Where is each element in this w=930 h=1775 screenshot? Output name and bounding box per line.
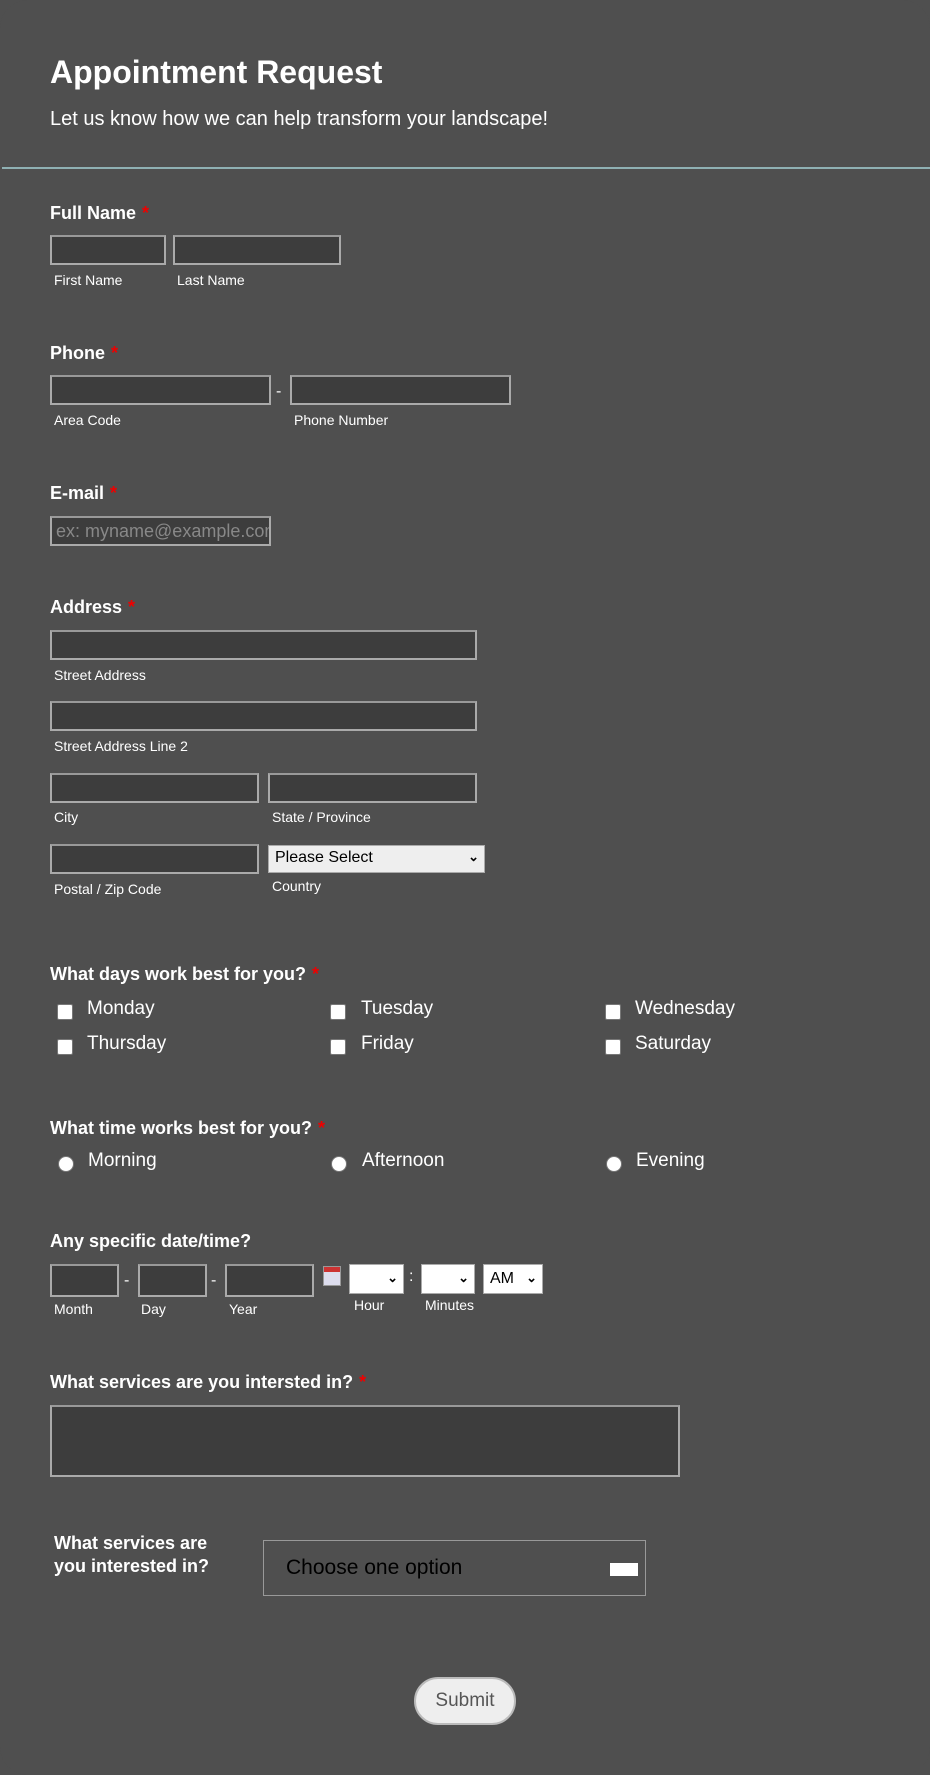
thursday-label[interactable]: Thursday <box>87 1033 166 1055</box>
country-sublabel: Country <box>272 878 322 894</box>
area-code-sublabel: Area Code <box>54 412 121 428</box>
label-line: you interested in? <box>54 1556 210 1576</box>
required-mark: * <box>128 597 136 617</box>
required-mark: * <box>111 343 119 363</box>
time-label: What time works best for you? * <box>50 1118 325 1139</box>
chevron-down-icon: ⌄ <box>526 1270 537 1285</box>
ampm-select[interactable]: AM ⌄ <box>483 1264 543 1294</box>
minutes-select[interactable]: ⌄ <box>421 1264 475 1294</box>
state-input[interactable] <box>268 773 477 803</box>
first-name-sublabel: First Name <box>54 272 123 288</box>
divider <box>2 167 930 169</box>
city-sublabel: City <box>54 809 79 825</box>
date-separator: - <box>124 1272 130 1289</box>
datetime-label: Any specific date/time? <box>50 1231 252 1251</box>
country-select[interactable]: Please Select ⌄ <box>268 845 485 873</box>
calendar-icon-header <box>324 1267 340 1272</box>
month-input[interactable] <box>50 1264 119 1297</box>
date-separator: - <box>211 1272 217 1289</box>
days-label: What days work best for you? * <box>50 964 319 985</box>
phone-number-sublabel: Phone Number <box>294 412 389 428</box>
phone-number-input[interactable] <box>290 375 511 405</box>
services-dropdown-label: What services are you interested in? <box>54 1532 209 1578</box>
page-title: Appointment Request <box>50 54 383 90</box>
label-text: Address <box>50 597 123 617</box>
label-text: What days work best for you? <box>50 964 307 984</box>
label-text: What time works best for you? <box>50 1118 313 1138</box>
services-label: What services are you intersted in? * <box>50 1372 366 1393</box>
saturday-label[interactable]: Saturday <box>635 1033 711 1055</box>
last-name-input[interactable] <box>173 235 341 265</box>
country-value: Please Select <box>275 849 373 866</box>
evening-label[interactable]: Evening <box>636 1150 705 1172</box>
afternoon-label[interactable]: Afternoon <box>362 1150 444 1172</box>
morning-label[interactable]: Morning <box>88 1150 157 1172</box>
wednesday-checkbox[interactable] <box>605 1004 621 1020</box>
day-input[interactable] <box>138 1264 207 1297</box>
area-code-input[interactable] <box>50 375 271 405</box>
label-text: E-mail <box>50 483 105 503</box>
street-address-input[interactable] <box>50 630 477 660</box>
page-subtitle: Let us know how we can help transform yo… <box>50 108 549 130</box>
last-name-sublabel: Last Name <box>177 272 245 288</box>
morning-radio[interactable] <box>58 1156 74 1172</box>
thursday-checkbox[interactable] <box>57 1039 73 1055</box>
required-mark: * <box>318 1118 326 1138</box>
label-text: What services are you intersted in? <box>50 1372 354 1392</box>
services-dropdown[interactable]: Choose one option <box>263 1540 646 1596</box>
first-name-input[interactable] <box>50 235 166 265</box>
tuesday-checkbox[interactable] <box>330 1004 346 1020</box>
month-sublabel: Month <box>54 1301 93 1317</box>
required-mark: * <box>110 483 118 503</box>
saturday-checkbox[interactable] <box>605 1039 621 1055</box>
postal-code-sublabel: Postal / Zip Code <box>54 881 162 897</box>
day-sublabel: Day <box>141 1301 166 1317</box>
monday-label[interactable]: Monday <box>87 998 155 1020</box>
tuesday-label[interactable]: Tuesday <box>361 998 433 1020</box>
year-sublabel: Year <box>229 1301 258 1317</box>
email-label: E-mail * <box>50 483 117 504</box>
services-textarea[interactable] <box>50 1405 680 1477</box>
required-mark: * <box>142 203 150 223</box>
required-mark: * <box>312 964 320 984</box>
address-label: Address * <box>50 597 135 618</box>
phone-separator: - <box>276 383 282 400</box>
monday-checkbox[interactable] <box>57 1004 73 1020</box>
dropdown-arrow-icon <box>610 1563 638 1576</box>
required-mark: * <box>359 1372 367 1392</box>
chevron-down-icon: ⌄ <box>468 849 479 864</box>
evening-radio[interactable] <box>606 1156 622 1172</box>
street-address-2-sublabel: Street Address Line 2 <box>54 738 188 754</box>
postal-code-input[interactable] <box>50 844 259 874</box>
friday-label[interactable]: Friday <box>361 1033 414 1055</box>
submit-button[interactable]: Submit <box>414 1677 516 1725</box>
hour-select[interactable]: ⌄ <box>349 1264 404 1294</box>
chevron-down-icon: ⌄ <box>458 1270 469 1285</box>
city-input[interactable] <box>50 773 259 803</box>
label-line: What services are <box>54 1533 208 1553</box>
year-input[interactable] <box>225 1264 314 1297</box>
email-input[interactable]: ex: myname@example.com <box>50 516 271 546</box>
label-text: Full Name <box>50 203 137 223</box>
time-separator: : <box>409 1268 414 1285</box>
services-dropdown-value: Choose one option <box>286 1556 463 1579</box>
chevron-down-icon: ⌄ <box>387 1270 398 1285</box>
full-name-label: Full Name * <box>50 203 149 224</box>
hour-sublabel: Hour <box>354 1297 385 1313</box>
street-address-sublabel: Street Address <box>54 667 146 683</box>
street-address-2-input[interactable] <box>50 701 477 731</box>
ampm-value: AM <box>490 1270 514 1287</box>
phone-label: Phone * <box>50 343 118 364</box>
wednesday-label[interactable]: Wednesday <box>635 998 735 1020</box>
state-sublabel: State / Province <box>272 809 371 825</box>
calendar-icon[interactable] <box>323 1266 341 1286</box>
friday-checkbox[interactable] <box>330 1039 346 1055</box>
minutes-sublabel: Minutes <box>425 1297 475 1313</box>
afternoon-radio[interactable] <box>331 1156 347 1172</box>
label-text: Phone <box>50 343 106 363</box>
form-card: Appointment Request Let us know how we c… <box>0 0 930 1775</box>
